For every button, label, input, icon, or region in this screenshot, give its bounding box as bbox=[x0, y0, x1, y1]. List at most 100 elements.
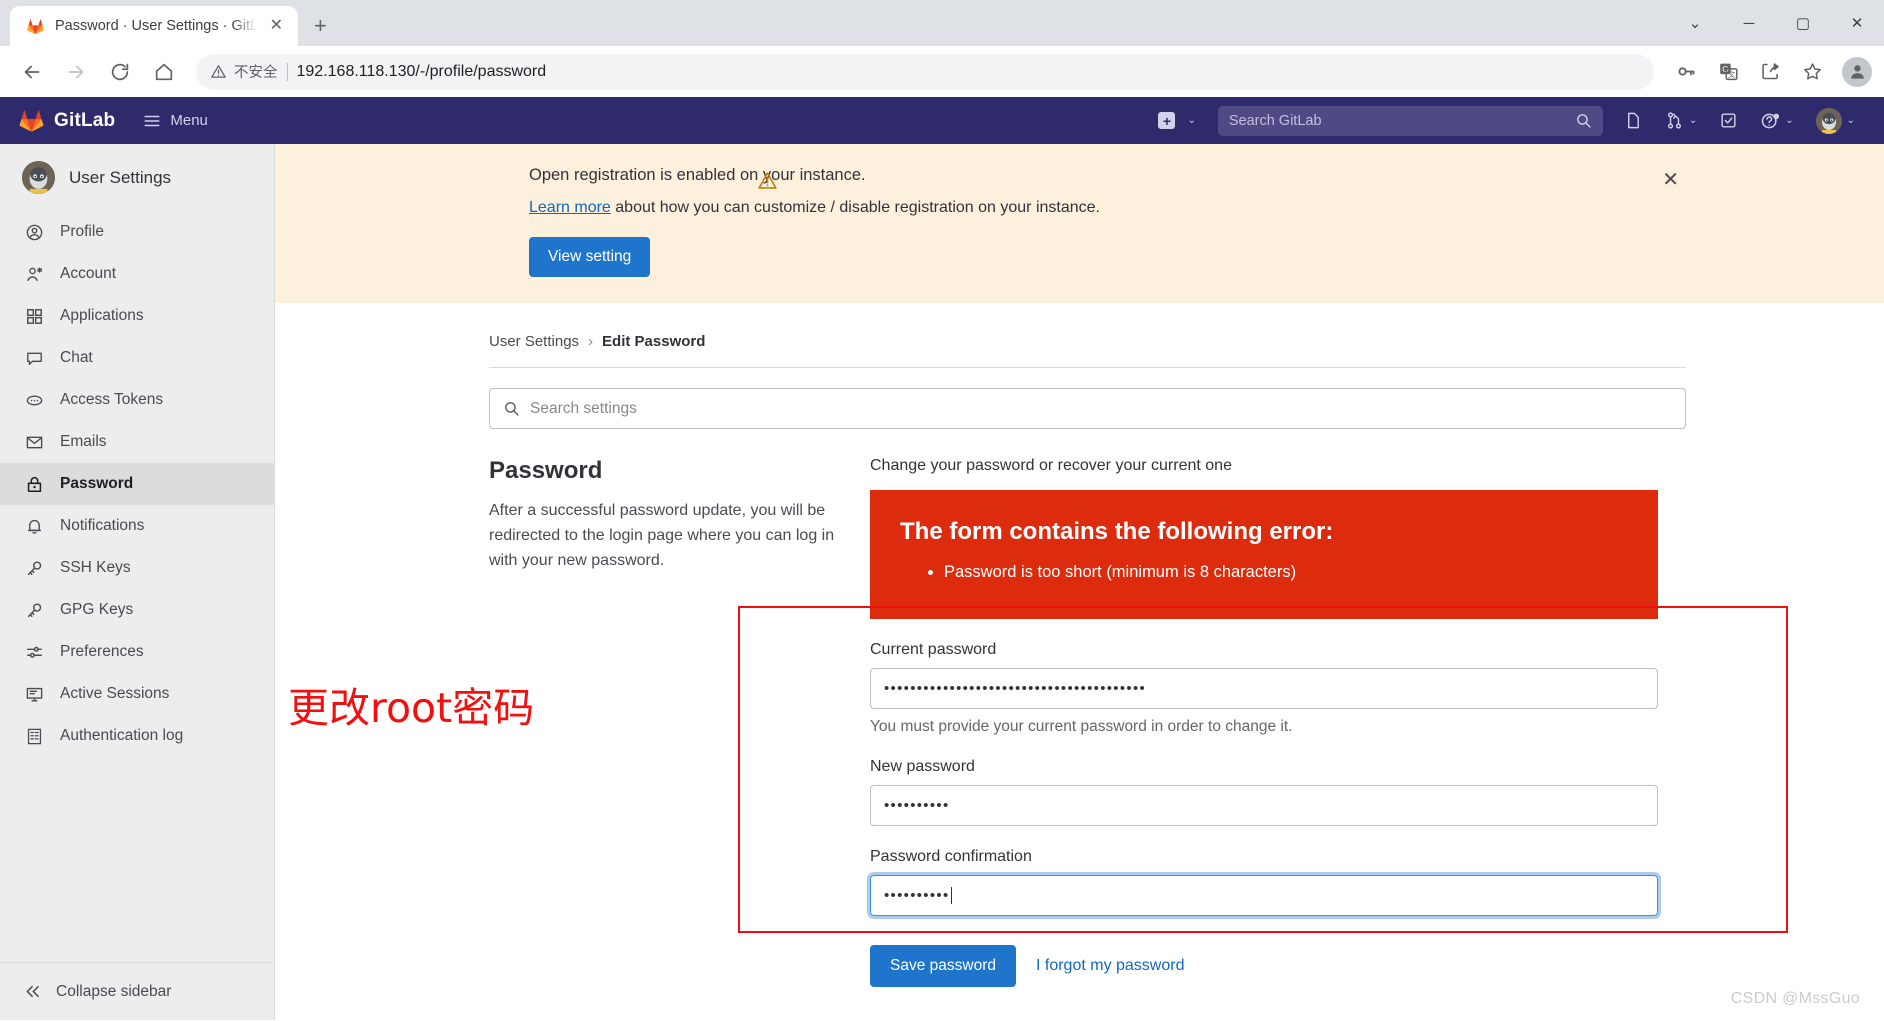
window-maximize-button[interactable]: ▢ bbox=[1776, 0, 1830, 46]
form-legend: Change your password or recover your cur… bbox=[870, 457, 1232, 474]
settings-content: User Settings › Edit Password Search set… bbox=[275, 303, 1884, 988]
chevron-down-icon: ⌄ bbox=[1187, 115, 1196, 126]
collapse-sidebar-button[interactable]: Collapse sidebar bbox=[0, 962, 274, 1020]
error-item: Password is too short (minimum is 8 char… bbox=[944, 559, 1628, 585]
password-confirmation-label: Password confirmation bbox=[870, 848, 1032, 866]
page-title: Password bbox=[489, 457, 603, 484]
sidebar-item-active-sessions[interactable]: Active Sessions bbox=[0, 673, 274, 715]
user-avatar[interactable]: ⌄ bbox=[1805, 107, 1866, 134]
tab-title: Password · User Settings · GitL bbox=[55, 18, 257, 34]
sidebar-item-password[interactable]: Password bbox=[0, 463, 274, 505]
gpg-key-icon bbox=[24, 600, 44, 620]
password-confirmation-value: •••••••••• bbox=[884, 887, 950, 905]
merge-requests-icon[interactable]: ⌄ bbox=[1654, 111, 1708, 130]
account-icon bbox=[24, 264, 44, 284]
sidebar-item-chat[interactable]: Chat bbox=[0, 337, 274, 379]
sidebar-item-emails[interactable]: Emails bbox=[0, 421, 274, 463]
password-info-column: Password After a successful password upd… bbox=[489, 457, 870, 987]
sidebar-header: User Settings bbox=[0, 144, 274, 211]
reload-icon[interactable] bbox=[100, 52, 140, 92]
password-confirmation-input[interactable]: •••••••••• bbox=[870, 875, 1658, 917]
url-text: 192.168.118.130/-/profile/password bbox=[296, 62, 547, 80]
sidebar-item-authentication-log[interactable]: Authentication log bbox=[0, 715, 274, 757]
breadcrumb-root[interactable]: User Settings bbox=[489, 333, 579, 350]
sidebar-item-label: Preferences bbox=[60, 643, 144, 660]
settings-columns: Password After a successful password upd… bbox=[489, 457, 1884, 988]
back-icon[interactable] bbox=[12, 52, 52, 92]
svg-text:文: 文 bbox=[1727, 69, 1735, 79]
browser-profile-avatar[interactable] bbox=[1842, 56, 1872, 87]
sidebar-item-access-tokens[interactable]: Access Tokens bbox=[0, 379, 274, 421]
avatar bbox=[22, 161, 55, 194]
window-minimize-button[interactable]: ─ bbox=[1722, 0, 1776, 46]
forgot-password-link[interactable]: I forgot my password bbox=[1036, 957, 1185, 975]
sidebar-item-label: GPG Keys bbox=[60, 601, 134, 618]
insecure-warning[interactable]: 不安全 bbox=[210, 61, 278, 82]
chevron-down-icon: ⌄ bbox=[1785, 115, 1794, 126]
sidebar-item-label: Account bbox=[60, 265, 117, 282]
tab-strip: Password · User Settings · GitL ✕ + ⌄ ─ … bbox=[0, 0, 1884, 46]
avatar-image bbox=[1815, 107, 1842, 134]
current-password-input[interactable]: •••••••••••••••••••••••••••••••••••••••• bbox=[870, 668, 1658, 710]
current-password-help: You must provide your current password i… bbox=[870, 718, 1293, 736]
browser-tab[interactable]: Password · User Settings · GitL ✕ bbox=[10, 6, 298, 46]
error-list: Password is too short (minimum is 8 char… bbox=[900, 559, 1628, 585]
browser-toolbar: 不安全 192.168.118.130/-/profile/password G… bbox=[0, 46, 1884, 97]
sidebar-item-applications[interactable]: Applications bbox=[0, 295, 274, 337]
sidebar-item-label: Chat bbox=[60, 349, 93, 366]
home-icon[interactable] bbox=[144, 52, 184, 92]
view-setting-button[interactable]: View setting bbox=[529, 237, 651, 277]
sidebar-item-preferences[interactable]: Preferences bbox=[0, 631, 274, 673]
sidebar-item-ssh-keys[interactable]: SSH Keys bbox=[0, 547, 274, 589]
omnibox-divider bbox=[286, 62, 288, 81]
user-settings-sidebar: User Settings Profile Account Applicatio… bbox=[0, 144, 275, 1020]
sidebar-item-label: Authentication log bbox=[60, 727, 184, 744]
share-icon[interactable] bbox=[1750, 52, 1790, 92]
window-chevron-icon[interactable]: ⌄ bbox=[1668, 0, 1722, 46]
sidebar-item-label: Access Tokens bbox=[60, 391, 164, 408]
gitlab-favicon-icon bbox=[26, 17, 45, 36]
password-confirmation-field: Password confirmation •••••••••• bbox=[870, 848, 1658, 917]
gitlab-logo[interactable]: GitLab bbox=[18, 107, 115, 134]
translate-icon[interactable]: G文 bbox=[1708, 52, 1748, 92]
toolbar-right-icons: G文 bbox=[1666, 52, 1872, 92]
alert-close-icon[interactable]: ✕ bbox=[1662, 170, 1679, 190]
watermark: CSDN @MssGuo bbox=[1730, 990, 1860, 1007]
gitlab-search-placeholder: Search GitLab bbox=[1228, 112, 1322, 129]
main-content: Open registration is enabled on your ins… bbox=[275, 144, 1884, 1020]
breadcrumb-current: Edit Password bbox=[602, 333, 706, 350]
sidebar-item-notifications[interactable]: Notifications bbox=[0, 505, 274, 547]
sidebar-item-account[interactable]: Account bbox=[0, 253, 274, 295]
gitlab-menu-button[interactable]: Menu bbox=[143, 112, 208, 130]
create-new-button[interactable]: + ⌄ bbox=[1146, 112, 1207, 129]
gitlab-brand-text: GitLab bbox=[54, 109, 116, 131]
search-icon bbox=[1576, 114, 1591, 128]
key-icon[interactable] bbox=[1666, 52, 1706, 92]
save-password-button[interactable]: Save password bbox=[870, 945, 1016, 988]
todos-icon[interactable] bbox=[1708, 111, 1749, 130]
window-close-button[interactable]: ✕ bbox=[1830, 0, 1884, 46]
current-password-field: Current password •••••••••••••••••••••••… bbox=[870, 641, 1658, 736]
address-bar[interactable]: 不安全 192.168.118.130/-/profile/password bbox=[196, 53, 1654, 90]
gitlab-menu-label: Menu bbox=[170, 112, 208, 129]
sidebar-item-gpg-keys[interactable]: GPG Keys bbox=[0, 589, 274, 631]
sidebar-item-profile[interactable]: Profile bbox=[0, 211, 274, 253]
bookmark-star-icon[interactable] bbox=[1792, 52, 1832, 92]
help-icon[interactable]: ⌄ bbox=[1749, 111, 1804, 131]
gitlab-search-box[interactable]: Search GitLab bbox=[1217, 105, 1603, 136]
access-tokens-icon bbox=[24, 390, 44, 410]
insecure-label: 不安全 bbox=[234, 65, 278, 81]
tab-close-icon[interactable]: ✕ bbox=[267, 16, 286, 36]
forward-icon[interactable] bbox=[56, 52, 96, 92]
sidebar-item-label: Active Sessions bbox=[60, 685, 170, 702]
collapse-sidebar-label: Collapse sidebar bbox=[56, 982, 172, 1000]
learn-more-link[interactable]: Learn more bbox=[529, 199, 611, 216]
breadcrumb-separator: › bbox=[588, 333, 594, 350]
chat-icon bbox=[24, 348, 44, 368]
password-form-column: Change your password or recover your cur… bbox=[870, 457, 1658, 988]
issues-icon[interactable] bbox=[1613, 111, 1654, 130]
annotation-note: 更改root密码 bbox=[288, 684, 535, 732]
new-tab-button[interactable]: + bbox=[314, 13, 327, 39]
new-password-input[interactable]: •••••••••• bbox=[870, 785, 1658, 827]
search-settings-input[interactable]: Search settings bbox=[489, 388, 1686, 429]
